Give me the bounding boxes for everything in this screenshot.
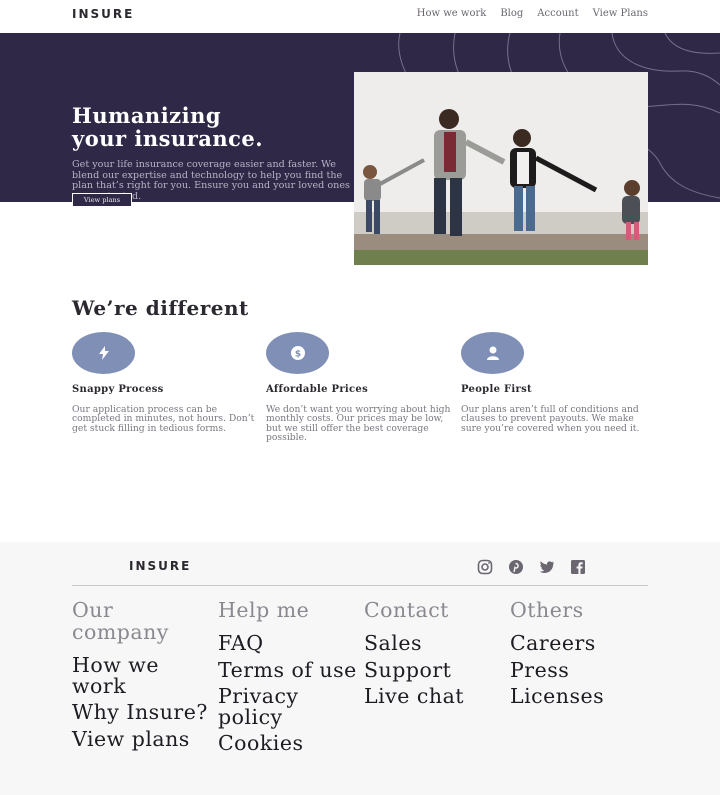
footer-link[interactable]: Terms of use bbox=[218, 659, 358, 681]
footer-link[interactable]: Privacy policy bbox=[218, 686, 358, 727]
main-nav: How we work Blog Account View Plans bbox=[417, 8, 648, 19]
pinterest-icon[interactable] bbox=[507, 560, 525, 574]
feature-text: Our application process can be completed… bbox=[72, 404, 255, 434]
footer-link[interactable]: Licenses bbox=[510, 686, 650, 707]
footer-logo[interactable]: INSURE bbox=[129, 559, 191, 573]
footer-link[interactable]: How we work bbox=[72, 655, 212, 696]
footer-column-contact: Contact Sales Support Live chat bbox=[364, 599, 504, 707]
family-photo bbox=[354, 72, 648, 265]
social-links bbox=[476, 559, 587, 575]
footer-column-help: Help me FAQ Terms of use Privacy policy … bbox=[218, 599, 358, 754]
footer-link[interactable]: View plans bbox=[72, 728, 212, 750]
footer-link[interactable]: Cookies bbox=[218, 733, 358, 754]
feature-affordable: $ Affordable Prices We don’t want you wo… bbox=[266, 332, 450, 442]
footer-link[interactable]: Why Insure? bbox=[72, 702, 212, 723]
footer-link[interactable]: Careers bbox=[510, 633, 650, 654]
feature-snappy: Snappy Process Our application process c… bbox=[72, 332, 254, 433]
footer-column-company: Our company How we work Why Insure? View… bbox=[72, 599, 212, 749]
footer-link[interactable]: FAQ bbox=[218, 633, 358, 654]
svg-text:$: $ bbox=[294, 350, 300, 360]
footer-link[interactable]: Sales bbox=[364, 633, 504, 654]
instagram-icon[interactable] bbox=[476, 559, 494, 575]
section-heading: We’re different bbox=[72, 296, 249, 320]
footer-heading: Help me bbox=[218, 598, 310, 622]
view-plans-button[interactable]: View plans bbox=[72, 193, 132, 207]
feature-text: We don’t want you worrying about high mo… bbox=[266, 404, 451, 444]
footer-link[interactable]: Live chat bbox=[364, 686, 504, 707]
dollar-icon: $ bbox=[266, 332, 329, 374]
feature-text: Our plans aren’t full of conditions and … bbox=[461, 404, 640, 434]
nav-how-we-work[interactable]: How we work bbox=[417, 8, 487, 19]
hero-title-line1: Humanizing bbox=[72, 103, 222, 128]
header: INSURE How we work Blog Account View Pla… bbox=[0, 0, 720, 33]
person-icon bbox=[461, 332, 524, 374]
twitter-icon[interactable] bbox=[538, 560, 556, 574]
hero-title: Humanizing your insurance. bbox=[72, 104, 362, 150]
feature-title: People First bbox=[461, 384, 532, 395]
nav-account[interactable]: Account bbox=[537, 8, 578, 19]
footer-heading: Our company bbox=[72, 598, 169, 644]
footer: INSURE Our company How we work Why Insur… bbox=[0, 542, 720, 795]
logo[interactable]: INSURE bbox=[72, 7, 134, 21]
nav-view-plans[interactable]: View Plans bbox=[593, 8, 648, 19]
feature-people: People First Our plans aren’t full of co… bbox=[461, 332, 643, 433]
footer-column-others: Others Careers Press Licenses bbox=[510, 599, 650, 707]
footer-divider bbox=[72, 585, 648, 586]
feature-title: Snappy Process bbox=[72, 384, 164, 395]
footer-heading: Contact bbox=[364, 598, 449, 622]
footer-link[interactable]: Support bbox=[364, 659, 504, 681]
nav-blog[interactable]: Blog bbox=[500, 8, 523, 19]
lightning-icon bbox=[72, 332, 135, 374]
hero-title-line2: your insurance. bbox=[72, 126, 264, 151]
feature-title: Affordable Prices bbox=[266, 384, 368, 395]
footer-link[interactable]: Press bbox=[510, 659, 650, 681]
footer-heading: Others bbox=[510, 598, 584, 622]
facebook-icon[interactable] bbox=[569, 560, 587, 574]
